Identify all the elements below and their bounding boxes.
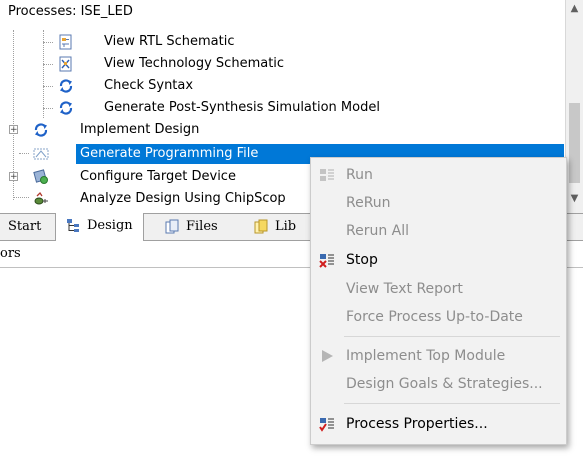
tab-label: Files	[186, 219, 218, 234]
menu-separator	[344, 403, 560, 404]
menu-item-label: Stop	[346, 252, 378, 268]
expand-plus-icon[interactable]: +	[9, 125, 18, 135]
menu-item-label: Process Properties...	[346, 416, 488, 432]
tech-schematic-doc-icon	[59, 56, 72, 72]
menu-item-rerun[interactable]: ReRun	[313, 190, 564, 216]
menu-item-label: Design Goals & Strategies...	[346, 376, 543, 392]
menu-item-label: ReRun	[346, 195, 391, 211]
tree-item-label: Configure Target Device	[80, 169, 236, 184]
tab-label: Start	[8, 219, 42, 234]
scroll-up-arrow-icon[interactable]: ▲	[566, 0, 583, 17]
errors-panel-title: ors	[0, 246, 21, 261]
tab-libraries[interactable]: Lib	[254, 214, 296, 241]
process-properties-icon	[319, 418, 334, 432]
tree-item-label: View Technology Schematic	[104, 56, 285, 71]
design-hierarchy-icon	[67, 219, 79, 232]
tab-label: Design	[87, 218, 133, 233]
scroll-down-arrow-icon[interactable]: ▼	[566, 190, 583, 207]
tree-item-view-technology-schematic[interactable]: View Technology Schematic	[0, 53, 566, 75]
tree-item-view-rtl-schematic[interactable]: View RTL Schematic	[0, 31, 566, 53]
programming-file-icon	[33, 148, 49, 160]
menu-item-view-text-report[interactable]: View Text Report	[313, 276, 564, 302]
menu-item-label: View Text Report	[346, 281, 463, 297]
vertical-scrollbar[interactable]: ▲ ▼	[565, 0, 583, 213]
files-icon	[165, 219, 179, 234]
tree-item-label: Implement Design	[80, 122, 200, 137]
menu-item-implement-top-module[interactable]: Implement Top Module	[313, 343, 564, 369]
menu-item-process-properties[interactable]: Process Properties...	[313, 411, 564, 437]
tab-label: Lib	[275, 219, 297, 234]
tree-item-generate-post-synthesis-simulation-model[interactable]: Generate Post-Synthesis Simulation Model	[0, 97, 566, 119]
menu-item-run[interactable]: Run	[313, 162, 564, 188]
schematic-doc-icon	[59, 34, 72, 50]
tab-design[interactable]: Design	[55, 213, 144, 241]
menu-item-label: Force Process Up-to-Date	[346, 309, 523, 325]
menu-item-label: Run	[346, 167, 373, 183]
context-menu: Run ReRun Rerun All Stop View Text Repor…	[310, 157, 567, 445]
tab-start[interactable]: Start	[8, 214, 41, 241]
refresh-arrows-icon	[59, 79, 73, 93]
libraries-icon	[254, 219, 268, 234]
refresh-arrows-icon	[59, 101, 73, 115]
tree-item-label: Check Syntax	[104, 78, 194, 93]
tree-item-label: View RTL Schematic	[104, 34, 235, 49]
menu-item-rerun-all[interactable]: Rerun All	[313, 218, 564, 244]
tree-item-label: Generate Post-Synthesis Simulation Model	[104, 100, 380, 115]
stop-icon	[319, 254, 334, 268]
processes-header: Processes: ISE_LED	[8, 4, 133, 19]
scrollbar-thumb[interactable]	[569, 103, 580, 183]
tree-item-label: Generate Programming File	[80, 146, 259, 161]
tree-item-implement-design[interactable]: + Implement Design	[0, 119, 566, 141]
chipscope-icon	[34, 191, 48, 205]
menu-separator	[344, 336, 560, 337]
menu-item-label: Implement Top Module	[346, 348, 506, 364]
tab-files[interactable]: Files	[165, 214, 218, 241]
menu-item-label: Rerun All	[346, 223, 410, 239]
target-device-icon	[33, 169, 48, 184]
tree-item-label: Analyze Design Using ChipScop	[80, 191, 286, 206]
refresh-arrows-icon	[34, 123, 48, 137]
menu-item-stop[interactable]: Stop	[313, 247, 564, 273]
expand-plus-icon[interactable]: +	[9, 172, 18, 182]
menu-item-design-goals-strategies[interactable]: Design Goals & Strategies...	[313, 371, 564, 397]
play-triangle-icon	[322, 350, 333, 362]
tree-item-check-syntax[interactable]: Check Syntax	[0, 75, 566, 97]
run-icon	[320, 169, 334, 181]
menu-item-force-process-up-to-date[interactable]: Force Process Up-to-Date	[313, 304, 564, 330]
